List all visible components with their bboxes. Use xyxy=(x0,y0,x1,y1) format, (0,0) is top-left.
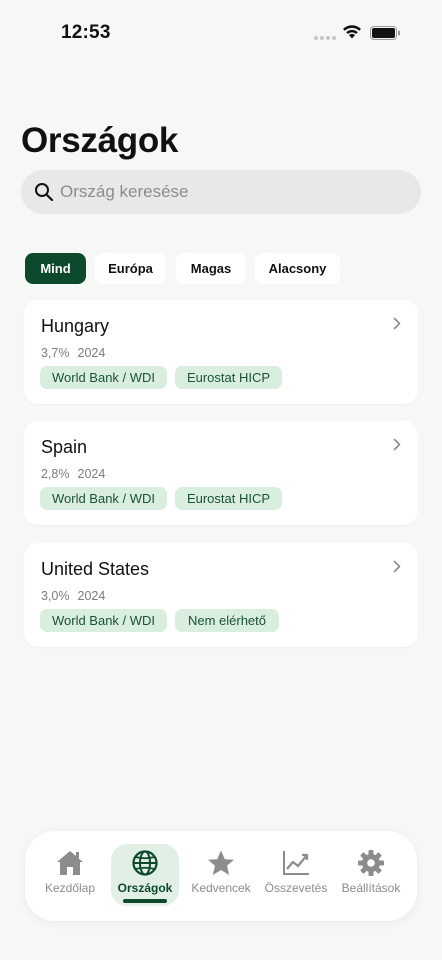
data-year: 2024 xyxy=(77,467,106,481)
source-badge: Eurostat HICP xyxy=(175,487,282,510)
page-title: Országok xyxy=(21,121,179,160)
tab-label: Kedvencek xyxy=(191,881,251,895)
tab-compare[interactable]: Összevetés xyxy=(260,844,332,906)
tab-label: Országok xyxy=(117,881,173,895)
country-name: United States xyxy=(41,559,150,579)
tab-label: Összevetés xyxy=(264,881,328,895)
inflation-value: 3,0% xyxy=(41,589,70,603)
chevron-right-icon xyxy=(393,438,401,451)
wifi-icon xyxy=(343,25,361,39)
tab-home[interactable]: Kezdőlap xyxy=(34,844,106,906)
chart-icon xyxy=(283,851,309,875)
inflation-value: 3,7% xyxy=(41,346,70,360)
search-input[interactable] xyxy=(60,170,410,214)
country-meta: 2,8% 2024 xyxy=(41,467,105,481)
source-badge: Eurostat HICP xyxy=(175,366,282,389)
country-meta: 3,0% 2024 xyxy=(41,589,105,603)
data-year: 2024 xyxy=(77,589,106,603)
source-badge: Nem elérhető xyxy=(175,609,279,632)
chevron-right-icon xyxy=(393,560,401,573)
search-icon xyxy=(35,183,54,202)
country-name: Spain xyxy=(41,437,88,457)
filter-chip-europe[interactable]: Európa xyxy=(95,253,166,284)
data-year: 2024 xyxy=(77,346,106,360)
filter-chip-low[interactable]: Alacsony xyxy=(255,253,340,284)
country-card-united-states[interactable]: United States 3,0% 2024 World Bank / WDI … xyxy=(24,543,418,647)
star-icon xyxy=(208,850,234,875)
tab-countries[interactable]: Országok xyxy=(111,844,179,906)
inflation-value: 2,8% xyxy=(41,467,70,481)
tab-settings[interactable]: Beállítások xyxy=(335,844,407,906)
tab-label: Beállítások xyxy=(341,881,401,895)
filter-chip-high[interactable]: Magas xyxy=(176,253,246,284)
home-icon xyxy=(57,851,83,875)
gear-icon xyxy=(358,850,384,876)
tab-label: Kezdőlap xyxy=(44,881,96,895)
battery-icon xyxy=(370,26,400,40)
status-time: 12:53 xyxy=(61,22,111,43)
source-badge: World Bank / WDI xyxy=(40,366,167,389)
country-card-hungary[interactable]: Hungary 3,7% 2024 World Bank / WDI Eurost… xyxy=(24,300,418,404)
cellular-signal-icon xyxy=(314,36,336,40)
globe-icon xyxy=(132,850,158,876)
chevron-right-icon xyxy=(393,317,401,330)
tab-favorites[interactable]: Kedvencek xyxy=(185,844,257,906)
tab-bar: Kezdőlap Országok Kedvencek Összevetés B… xyxy=(25,831,417,921)
filter-chip-all[interactable]: Mind xyxy=(25,253,86,284)
source-badge: World Bank / WDI xyxy=(40,487,167,510)
country-meta: 3,7% 2024 xyxy=(41,346,105,360)
status-bar: 12:53 xyxy=(0,0,442,60)
active-tab-indicator xyxy=(123,899,167,903)
country-card-spain[interactable]: Spain 2,8% 2024 World Bank / WDI Eurostat… xyxy=(24,421,418,525)
search-bar[interactable] xyxy=(21,170,421,214)
source-badge: World Bank / WDI xyxy=(40,609,167,632)
country-name: Hungary xyxy=(41,316,110,336)
